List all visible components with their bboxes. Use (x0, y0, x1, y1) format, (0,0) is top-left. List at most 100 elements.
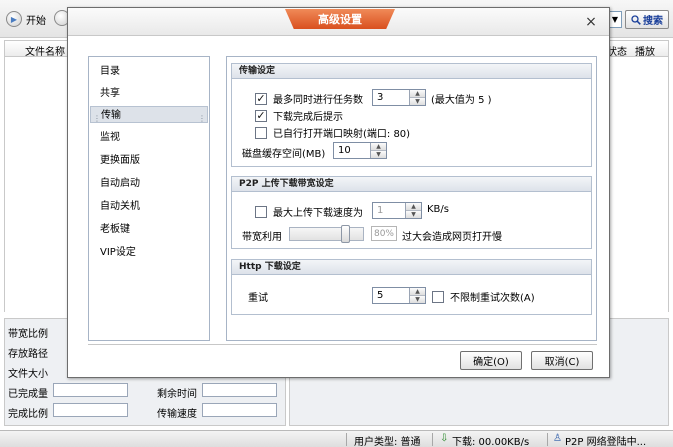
grip-icon: ⋮ (93, 114, 101, 123)
transfer-settings-group: 传输设定 ✓ 最多同时进行任务数 3 ▲ ▼ (最大值为 5 ) ✓ 下载完成后提… (231, 63, 592, 167)
transfer-speed-label: 传输速度 (157, 409, 197, 420)
p2p-bandwidth-group: P2P 上传下载带宽设定 最大上传下载速度为 1 ▲ ▼ KB/s 带宽利用 80… (231, 176, 592, 249)
port-map-row: 已自行打开端口映射(端口: 80) (255, 125, 410, 140)
group-title: Http 下载设定 (232, 260, 591, 275)
bandwidth-percent: 80% (371, 226, 397, 241)
completed-label: 已完成量 (8, 389, 48, 400)
search-button[interactable]: 搜索 (625, 10, 669, 29)
dialog-titlebar[interactable]: 高级设置 × (68, 8, 609, 36)
spin-down-icon[interactable]: ▼ (406, 210, 421, 218)
nav-item-skin[interactable]: 更换面版 (90, 152, 208, 169)
group-title: P2P 上传下载带宽设定 (232, 177, 591, 192)
nav-item-autoshutdown[interactable]: 自动关机 (90, 198, 208, 215)
nav-item-directory[interactable]: 目录 (90, 63, 208, 80)
start-button[interactable]: ▶ 开始 (6, 10, 46, 28)
spin-up-icon[interactable]: ▲ (410, 288, 425, 295)
column-play[interactable]: 播放 (635, 43, 655, 58)
port-map-checkbox[interactable] (255, 126, 267, 139)
completion-ratio-label: 完成比例 (8, 409, 48, 420)
max-upload-row: 最大上传下载速度为 (255, 204, 363, 219)
column-file-name[interactable]: 文件名称 (25, 43, 65, 58)
spin-down-icon[interactable]: ▼ (410, 295, 425, 303)
max-tasks-spinner[interactable]: 3 ▲ ▼ (372, 89, 426, 106)
network-user-icon: ♙ (553, 433, 562, 444)
completed-field (53, 383, 128, 397)
max-tasks-label: 最多同时进行任务数 (273, 95, 363, 106)
retry-label: 重试 (248, 293, 268, 304)
start-label: 开始 (26, 15, 46, 27)
unlimited-retry-label: 不限制重试次数(A) (450, 293, 535, 304)
spinner-value: 3 (377, 92, 384, 103)
chevron-down-icon: ▼ (611, 15, 619, 24)
search-label: 搜索 (643, 16, 663, 27)
max-tasks-row: ✓ 最多同时进行任务数 (255, 91, 363, 106)
unlimited-retry-checkbox[interactable] (432, 290, 444, 303)
nav-item-boss-key[interactable]: 老板键 (90, 221, 208, 238)
close-icon[interactable]: × (583, 14, 599, 30)
save-path-label: 存放路径 (8, 349, 48, 360)
nav-item-share[interactable]: 共享 (90, 85, 208, 102)
transfer-speed-field (202, 403, 277, 417)
nav-item-monitor[interactable]: 监视 (90, 129, 208, 146)
slider-thumb[interactable] (341, 225, 350, 243)
status-divider (346, 433, 347, 446)
spin-up-icon[interactable]: ▲ (410, 90, 425, 97)
disk-cache-label: 磁盘缓存空间(MB) (242, 149, 326, 160)
search-icon (631, 14, 641, 25)
file-size-label: 文件大小 (8, 369, 48, 380)
nav-item-transfer[interactable]: ⋮ 传输 ⋮ (90, 106, 208, 123)
spinner-value: 1 (377, 205, 384, 216)
check-icon: ✓ (256, 92, 266, 105)
spin-up-icon[interactable]: ▲ (371, 143, 386, 150)
download-done-checkbox[interactable]: ✓ (255, 109, 267, 122)
grip-icon: ⋮ (198, 114, 206, 123)
settings-content: 传输设定 ✓ 最多同时进行任务数 3 ▲ ▼ (最大值为 5 ) ✓ 下载完成后提… (226, 56, 597, 341)
max-tasks-checkbox[interactable]: ✓ (255, 92, 267, 105)
download-done-label: 下载完成后提示 (273, 112, 343, 123)
ok-button[interactable]: 确定(O) (460, 351, 522, 370)
spin-up-icon[interactable]: ▲ (406, 203, 421, 210)
remaining-time-field (202, 383, 277, 397)
p2p-network-status: P2P 网络登陆中... (565, 437, 647, 447)
column-status[interactable]: 状态 (607, 43, 627, 58)
disk-cache-spinner[interactable]: 10 ▲ ▼ (333, 142, 387, 159)
max-upload-checkbox[interactable] (255, 205, 267, 218)
search-dropdown[interactable]: ▼ (608, 11, 622, 28)
cancel-button[interactable]: 取消(C) (531, 351, 593, 370)
nav-item-label: 传输 (101, 110, 121, 121)
nav-item-autostart[interactable]: 自动启动 (90, 175, 208, 192)
spinner-value: 10 (338, 145, 351, 156)
unlimited-retry-row: 不限制重试次数(A) (432, 289, 535, 304)
dialog-title: 高级设置 (285, 9, 395, 29)
download-speed-status: 下载: 00.00KB/s (452, 437, 530, 447)
download-arrow-icon: ⇩ (440, 433, 449, 444)
status-divider (432, 433, 433, 446)
remaining-time-label: 剩余时间 (157, 389, 197, 400)
http-download-group: Http 下载设定 重试 5 ▲ ▼ 不限制重试次数(A) (231, 259, 592, 315)
advanced-settings-dialog: 高级设置 × 目录 共享 ⋮ 传输 ⋮ 监视 更换面版 自动启动 自动关机 老板… (67, 7, 610, 378)
settings-nav: 目录 共享 ⋮ 传输 ⋮ 监视 更换面版 自动启动 自动关机 老板键 VIP设定 (88, 56, 210, 341)
dialog-separator (88, 344, 597, 345)
bandwidth-label: 带宽利用 (242, 232, 282, 243)
bandwidth-ratio-label: 带宽比例 (8, 329, 48, 340)
max-tasks-hint: (最大值为 5 ) (431, 95, 492, 106)
spin-down-icon[interactable]: ▼ (371, 150, 386, 158)
nav-item-vip[interactable]: VIP设定 (90, 244, 208, 261)
status-divider (547, 433, 548, 446)
start-icon: ▶ (6, 11, 22, 27)
completion-ratio-field (53, 403, 128, 417)
bandwidth-slider[interactable] (289, 225, 364, 243)
max-upload-unit: KB/s (427, 204, 449, 215)
port-map-label: 已自行打开端口映射(端口: 80) (273, 129, 411, 140)
status-bar: 用户类型: 普通 ⇩ 下载: 00.00KB/s ♙ P2P 网络登陆中... (0, 430, 673, 447)
download-done-row: ✓ 下载完成后提示 (255, 108, 343, 123)
max-upload-spinner[interactable]: 1 ▲ ▼ (372, 202, 422, 219)
retry-spinner[interactable]: 5 ▲ ▼ (372, 287, 426, 304)
user-type-status: 用户类型: 普通 (354, 437, 421, 447)
max-upload-label: 最大上传下载速度为 (273, 208, 363, 219)
spin-down-icon[interactable]: ▼ (410, 97, 425, 105)
bandwidth-hint: 过大会造成网页打开慢 (402, 232, 502, 243)
check-icon: ✓ (256, 109, 266, 122)
spinner-value: 5 (377, 290, 384, 301)
group-title: 传输设定 (232, 64, 591, 79)
